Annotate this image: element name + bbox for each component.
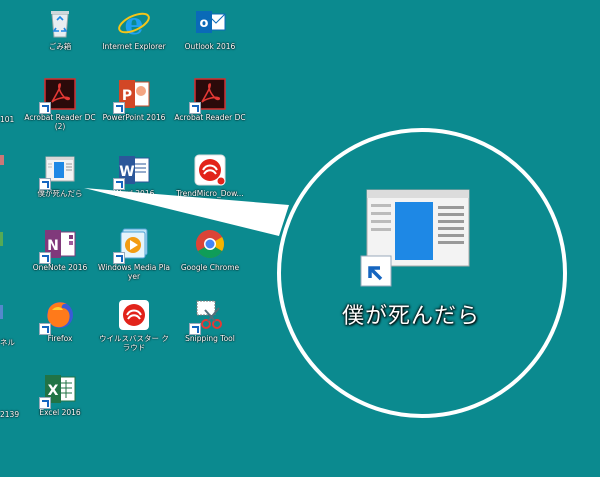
app-window-icon	[360, 189, 470, 287]
zoom-label: 僕が死んだら	[342, 304, 481, 329]
zoom-magnifier	[277, 128, 567, 418]
desktop: 101 ネル 2139 ごみ箱 e Internet Explorer o Ou…	[0, 0, 600, 477]
